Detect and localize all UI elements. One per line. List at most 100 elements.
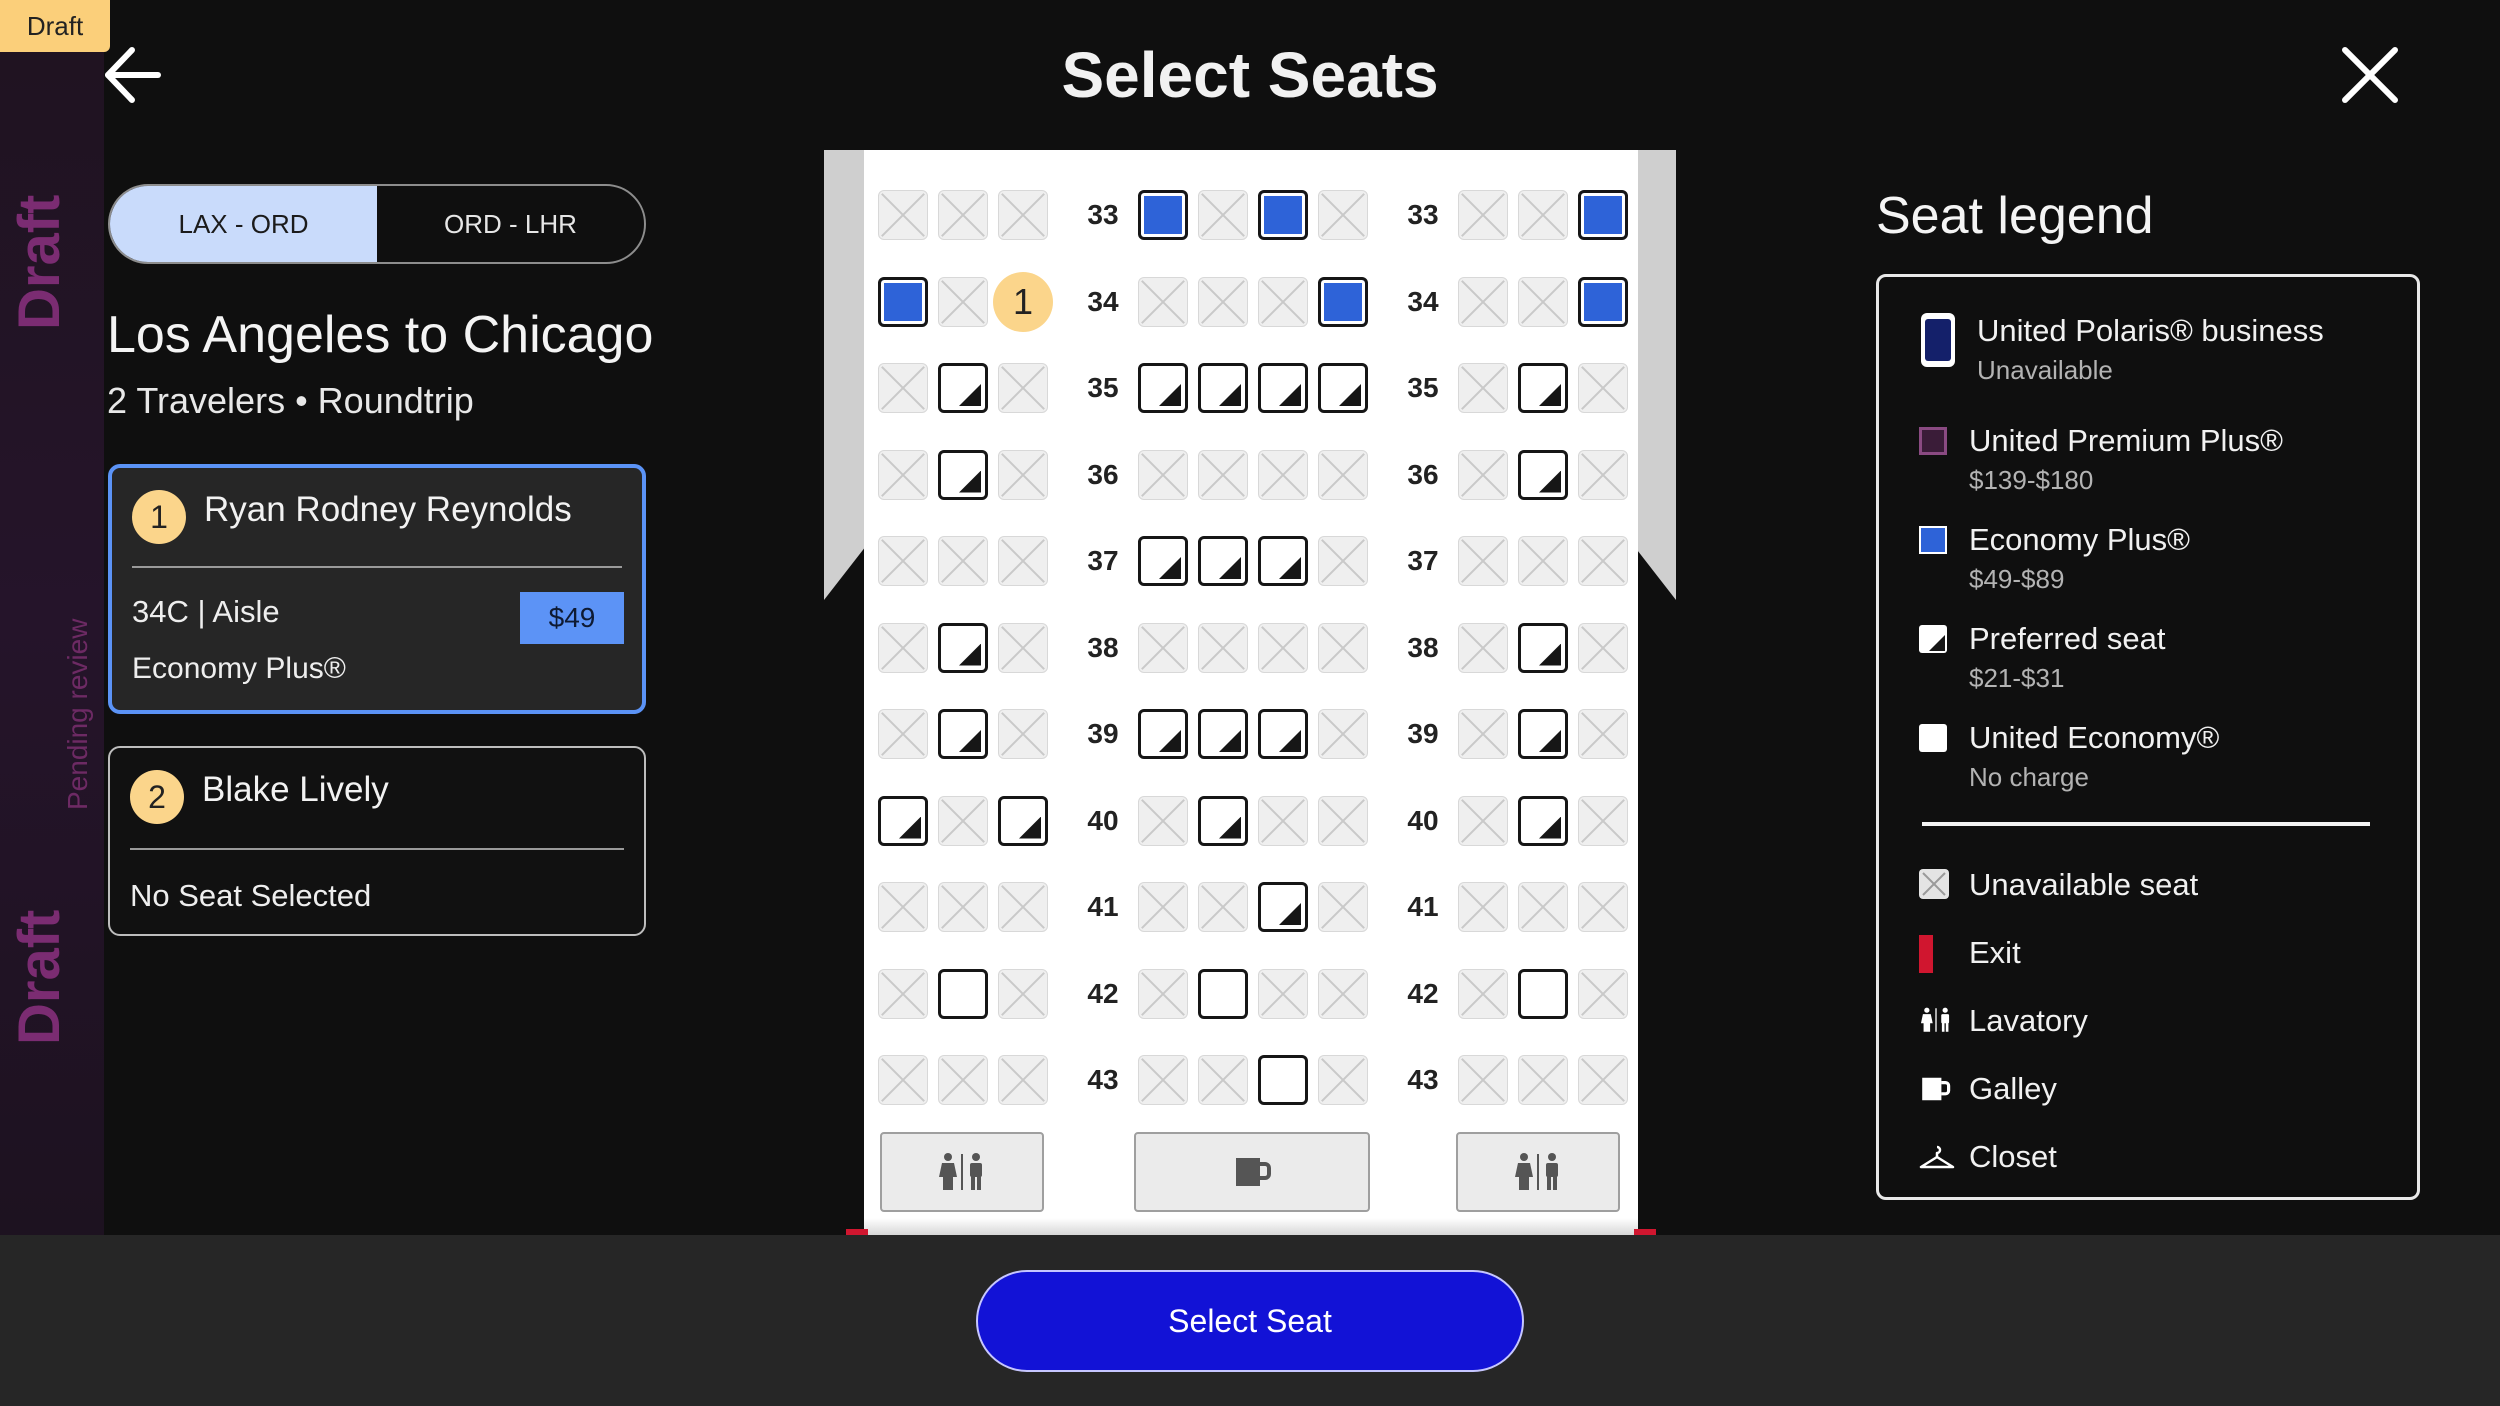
seat-preferred[interactable] [1518,795,1568,846]
seat-preferred[interactable] [1258,709,1308,759]
lavatory-icon [1515,1153,1558,1190]
seat-unavailable [1198,449,1248,500]
traveler-card-2[interactable]: 2 Blake Lively No Seat Selected [108,746,646,936]
legend-label: Preferred seat [1969,621,2166,656]
seat-economy-plus[interactable] [1578,190,1628,240]
seat-unavailable [1458,536,1508,586]
seat-economy-plus[interactable] [1578,276,1628,327]
traveler-card-1[interactable]: 1 Ryan Rodney Reynolds 34C | Aisle Econo… [108,464,646,714]
seat-economy-plus[interactable] [1258,190,1308,240]
lavatory-icon [939,1153,982,1190]
legend-label: United Economy® [1969,720,2220,755]
seat-economy[interactable] [1258,1055,1308,1105]
seat-preferred[interactable] [1198,795,1248,846]
seat-preferred[interactable] [878,795,928,846]
seat-unavailable [938,536,988,586]
seat-unavailable [998,1055,1048,1105]
seat-unavailable [998,709,1048,759]
select-seat-button[interactable]: Select Seat [976,1270,1524,1372]
galley-block [1134,1132,1370,1212]
lavatory-block [880,1132,1044,1212]
seat-unavailable [1198,1055,1248,1105]
seat-preferred[interactable] [1198,363,1248,413]
seat-economy-plus[interactable] [1318,276,1368,327]
seat-unavailable [1138,795,1188,846]
seat-unavailable [998,363,1048,413]
seat-unavailable [1258,449,1308,500]
seat-unavailable [878,882,928,932]
seat-preferred[interactable] [1518,449,1568,500]
seat-selected[interactable]: 1 [993,271,1053,332]
seat-preferred[interactable] [938,449,988,500]
seat-unavailable [1318,709,1368,759]
seat-unavailable [1578,363,1628,413]
legend-sublabel: $49-$89 [1969,564,2065,594]
close-button[interactable] [2335,40,2405,110]
seat-economy-plus[interactable] [1138,190,1188,240]
galley-icon [1236,1158,1271,1186]
flight-segment-toggle: LAX - ORD ORD - LHR [108,184,646,264]
seat-preferred[interactable] [998,795,1048,846]
seat-preferred[interactable] [1198,536,1248,586]
traveler-cabin: Economy Plus® [132,652,346,685]
row-number: 38 [1407,631,1439,663]
legend-label: Closet [1969,1139,2057,1174]
row-number: 34 [1087,285,1119,317]
traveler-number-badge: 2 [130,770,184,824]
legend-title: Seat legend [1876,187,2154,245]
seat-row: 39 39 [864,706,1638,762]
seat-unavailable [1318,190,1368,240]
legend-label: Exit [1969,935,2021,970]
legend-label: Economy Plus® [1969,522,2190,557]
seat-unavailable [1198,190,1248,240]
seat-preferred[interactable] [1258,536,1308,586]
seat-preferred[interactable] [1198,709,1248,759]
seat-unavailable [1138,968,1188,1019]
seat-unavailable [1458,968,1508,1019]
seat-economy[interactable] [1518,968,1568,1019]
seat-economy-plus[interactable] [878,276,928,327]
lavatory-icon [1920,1007,1950,1032]
seat-preferred[interactable] [938,709,988,759]
seat-economy[interactable] [938,968,988,1019]
seat-unavailable [938,190,988,240]
tab-lax-ord[interactable]: LAX - ORD [110,186,377,262]
row-number: 37 [1087,545,1119,576]
seat-preferred[interactable] [1138,709,1188,759]
page-title: Select Seats [1061,39,1439,111]
seat-preferred[interactable] [938,363,988,413]
seat-legend: United Polaris® business Unavailable Uni… [1876,274,2420,1200]
seat-preferred[interactable] [938,622,988,673]
seat-unavailable [1138,449,1188,500]
seat-unavailable [1258,968,1308,1019]
seat-preferred[interactable] [1258,882,1308,932]
tab-ord-lhr[interactable]: ORD - LHR [377,186,644,262]
seat-unavailable [878,622,928,673]
seat-row: 33 33 [864,187,1638,243]
seat-preferred[interactable] [1518,363,1568,413]
seat-preferred[interactable] [1138,363,1188,413]
legend-sublabel: $21-$31 [1969,663,2065,693]
seat-unavailable [938,1055,988,1105]
row-number: 41 [1407,891,1439,922]
seat-unavailable [1318,882,1368,932]
seat-preferred[interactable] [1518,622,1568,673]
row-number: 33 [1087,199,1119,230]
polaris-seat-icon [1921,313,1955,367]
seat-preferred[interactable] [1518,709,1568,759]
row-number: 37 [1407,545,1439,576]
seat-economy[interactable] [1198,968,1248,1019]
legend-label: Unavailable seat [1969,867,2199,902]
seat-unavailable [878,536,928,586]
row-number: 40 [1407,804,1439,836]
seat-preferred[interactable] [1318,363,1368,413]
seat-unavailable [1138,276,1188,327]
seat-unavailable [938,882,988,932]
seat-unavailable [878,190,928,240]
pending-review-watermark: Pending review [62,618,93,810]
seat-unavailable [1518,276,1568,327]
seat-preferred[interactable] [1258,363,1308,413]
seat-map: 33 33 1 34 34 35 35 36 36 37 37 38 38 39 39 40 40 41 41 42 4… [864,150,1638,1235]
divider [132,566,622,568]
seat-preferred[interactable] [1138,536,1188,586]
